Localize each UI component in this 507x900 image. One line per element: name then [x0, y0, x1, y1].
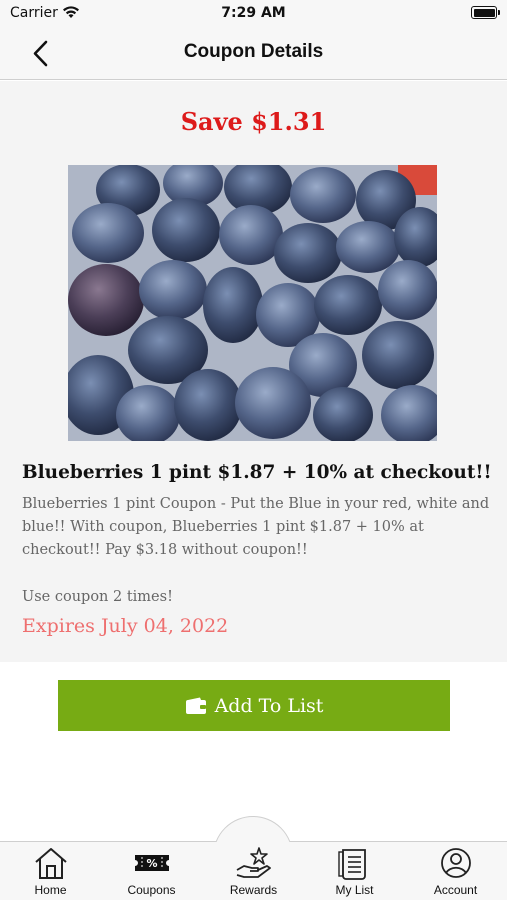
tab-label: Coupons: [127, 883, 176, 897]
status-time: 7:29 AM: [221, 5, 286, 21]
wallet-icon: [185, 697, 206, 714]
tab-coupons[interactable]: % Coupons: [101, 843, 202, 900]
save-amount: Save $1.31: [180, 107, 327, 136]
coupon-detail-panel: Save $1.31 Blueberries 1 pint $1.87 + 10…: [0, 81, 507, 662]
tab-rewards[interactable]: Rewards: [203, 843, 304, 900]
product-image: [68, 165, 437, 441]
list-icon: [337, 849, 366, 880]
page-title: Coupon Details: [183, 41, 324, 62]
tab-my-list[interactable]: My List: [304, 843, 405, 900]
usage-limit: Use coupon 2 times!: [22, 589, 173, 605]
rewards-star-hand-icon: [236, 847, 271, 878]
tab-label: Rewards: [229, 883, 278, 897]
tab-label: My List: [335, 883, 374, 897]
tab-label: Account: [433, 883, 478, 897]
add-to-list-button[interactable]: Add To List: [58, 680, 450, 731]
status-bar: Carrier 7:29 AM: [0, 0, 507, 28]
svg-text:%: %: [146, 857, 157, 870]
tab-account[interactable]: Account: [405, 843, 506, 900]
tab-home[interactable]: Home: [0, 843, 101, 900]
battery-icon: [471, 6, 500, 19]
account-icon: [440, 848, 471, 878]
home-icon: [34, 848, 67, 879]
blueberries-image: [68, 165, 437, 441]
expiry-date: Expires July 04, 2022: [22, 615, 229, 637]
tab-label: Home: [34, 883, 67, 897]
coupon-title: Blueberries 1 pint $1.87 + 10% at checko…: [22, 462, 492, 483]
add-to-list-label: Add To List: [214, 694, 324, 717]
coupon-description: Blueberries 1 pint Coupon - Put the Blue…: [22, 496, 490, 558]
nav-bar: Coupon Details: [0, 28, 507, 80]
coupon-ticket-icon: %: [134, 855, 169, 871]
